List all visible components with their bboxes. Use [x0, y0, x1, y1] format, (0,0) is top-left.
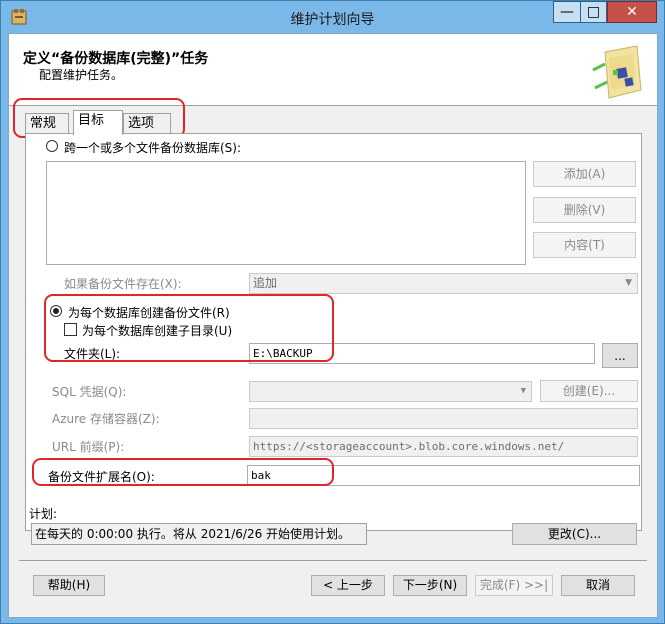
sql-credential-select[interactable]: ▼: [249, 381, 532, 402]
per-db-subdir-label: 为每个数据库创建子目录(U): [82, 324, 233, 338]
tab-options[interactable]: 选项: [123, 113, 171, 135]
per-db-file-radio[interactable]: [50, 305, 62, 317]
wizard-graphic-icon: [592, 45, 642, 99]
span-files-label: 跨一个或多个文件备份数据库(S):: [64, 141, 242, 155]
next-button[interactable]: 下一步(N): [393, 575, 467, 596]
extension-label: 备份文件扩展名(O):: [48, 470, 155, 484]
wizard-header: 定义“备份数据库(完整)”任务 配置维护任务。: [9, 34, 657, 106]
page-title: 定义“备份数据库(完整)”任务: [23, 51, 209, 67]
if-exists-select[interactable]: 追加 ▼: [249, 273, 638, 294]
maximize-button[interactable]: □: [580, 1, 607, 23]
target-tab-panel: 跨一个或多个文件备份数据库(S): 添加(A) 删除(V) 内容(T) 如果备份…: [25, 133, 642, 531]
create-credential-button[interactable]: 创建(E)...: [540, 380, 638, 402]
if-exists-value: 追加: [253, 276, 278, 290]
contents-button[interactable]: 内容(T): [533, 232, 636, 258]
cancel-button[interactable]: 取消: [561, 575, 635, 596]
close-button[interactable]: ✕: [607, 1, 657, 23]
folder-input[interactable]: E:\BACKUP: [249, 343, 595, 364]
folder-label: 文件夹(L):: [64, 347, 121, 361]
change-schedule-button[interactable]: 更改(C)...: [512, 523, 637, 545]
remove-button[interactable]: 删除(V): [533, 197, 636, 223]
radio-selected-dot: [53, 308, 59, 314]
sql-credential-label: SQL 凭据(Q):: [52, 385, 127, 399]
chevron-down-icon: ▼: [625, 278, 632, 288]
title-bar[interactable]: 维护计划向导 — □ ✕: [1, 1, 664, 33]
per-db-subdir-checkbox[interactable]: [64, 323, 77, 336]
chevron-down-icon: ▼: [520, 386, 526, 396]
wizard-window: 维护计划向导 — □ ✕ 定义“备份数据库(完整)”任务 配置维护任务。 常规 …: [0, 0, 665, 624]
tab-target[interactable]: 目标: [73, 110, 123, 135]
page-subtitle: 配置维护任务。: [39, 68, 124, 82]
schedule-text: 在每天的 0:00:00 执行。将从 2021/6/26 开始使用计划。: [31, 523, 367, 545]
extension-input[interactable]: bak: [247, 465, 640, 486]
azure-container-input[interactable]: [249, 408, 638, 429]
span-files-radio[interactable]: [46, 140, 58, 152]
if-exists-label: 如果备份文件存在(X):: [64, 277, 182, 291]
back-button[interactable]: < 上一步: [311, 575, 385, 596]
schedule-label: 计划:: [29, 507, 58, 521]
url-prefix-label: URL 前缀(P):: [52, 440, 125, 454]
browse-button[interactable]: ...: [602, 343, 638, 368]
backup-files-list[interactable]: [46, 161, 526, 265]
add-button[interactable]: 添加(A): [533, 161, 636, 187]
minimize-button[interactable]: —: [553, 1, 580, 23]
tab-general[interactable]: 常规: [25, 113, 69, 135]
finish-button[interactable]: 完成(F) >>|: [475, 575, 553, 596]
footer-divider: [19, 560, 647, 561]
wizard-client-area: 定义“备份数据库(完整)”任务 配置维护任务。 常规 目标 选项 跨一个或多个文…: [8, 33, 658, 618]
per-db-file-label: 为每个数据库创建备份文件(R): [68, 306, 230, 320]
url-prefix-input[interactable]: https://<storageaccount>.blob.core.windo…: [249, 436, 638, 457]
azure-container-label: Azure 存储容器(Z):: [52, 412, 160, 426]
help-button[interactable]: 帮助(H): [33, 575, 105, 596]
